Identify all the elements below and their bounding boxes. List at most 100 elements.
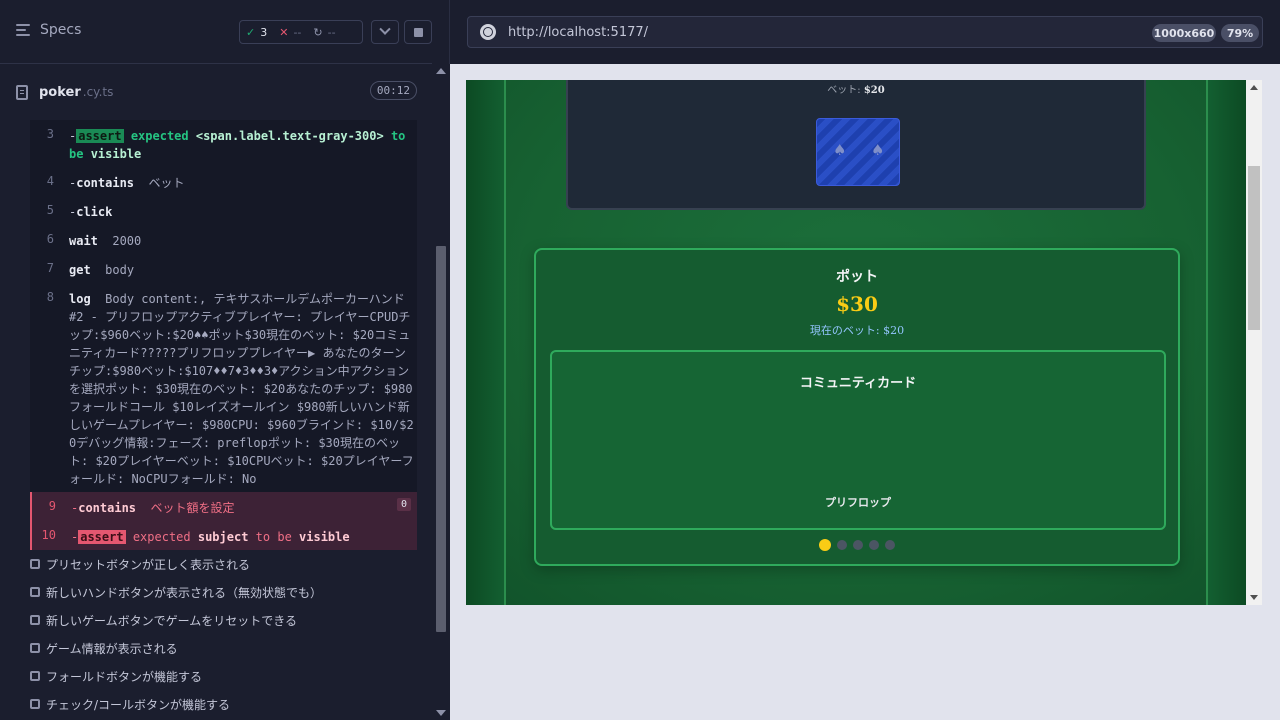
command-name: contains bbox=[76, 176, 135, 190]
app-frame: ベット: $20 ♠ ♠ ポット $30 現在のベット: $20 コミュニティカ… bbox=[466, 80, 1262, 605]
spec-file-row[interactable]: poker .cy.ts 00:12 bbox=[16, 78, 417, 106]
test-title: フォールドボタンが機能する bbox=[46, 669, 203, 684]
run-stats: ✓ 3 ✕ -- ↻ -- bbox=[239, 20, 363, 44]
scroll-down-icon[interactable] bbox=[436, 710, 446, 716]
assert-subject: <span.label.text-gray-300> bbox=[195, 129, 384, 143]
test-title: 新しいゲームボタンでゲームをリセットできる bbox=[46, 613, 298, 628]
pending-test-icon bbox=[30, 559, 40, 569]
test-list: プリセットボタンが正しく表示される 新しいハンドボタンが表示される（無効状態でも… bbox=[30, 550, 430, 718]
assert-text: to be bbox=[255, 530, 292, 544]
specs-toggle[interactable]: Specs bbox=[16, 22, 81, 38]
document-icon bbox=[16, 84, 28, 100]
command-row[interactable]: 4 -contains ベット bbox=[30, 167, 417, 196]
spec-file-ext: .cy.ts bbox=[82, 85, 114, 99]
command-arg: 2000 bbox=[112, 234, 142, 248]
command-arg: body bbox=[105, 263, 135, 277]
current-bet: 現在のベット: $20 bbox=[809, 324, 905, 337]
phase-label: プリフロップ bbox=[825, 496, 891, 509]
assert-text: expected bbox=[130, 129, 189, 143]
url-text: http://localhost:5177/ bbox=[508, 24, 649, 40]
test-title: ゲーム情報が表示される bbox=[46, 641, 178, 656]
test-item[interactable]: ゲーム情報が表示される bbox=[30, 634, 430, 662]
test-item[interactable]: プリセットボタンが正しく表示される bbox=[30, 550, 430, 578]
assert-value: visible bbox=[299, 530, 350, 544]
assert-subject: subject bbox=[197, 530, 249, 544]
app-scrollbar[interactable] bbox=[1246, 80, 1262, 605]
phase-dot bbox=[869, 540, 879, 550]
phase-indicator bbox=[536, 539, 1178, 551]
command-row[interactable]: 6 wait 2000 bbox=[30, 225, 417, 254]
stop-button[interactable] bbox=[404, 20, 432, 44]
viewport-size-badge[interactable]: 1000x660 bbox=[1152, 24, 1216, 42]
globe-icon bbox=[480, 24, 496, 40]
test-item[interactable]: 新しいハンドボタンが表示される（無効状態でも） bbox=[30, 578, 430, 606]
command-name: click bbox=[76, 205, 113, 219]
command-row-failed[interactable]: 10 - assert expected subject to be visibl… bbox=[30, 521, 417, 550]
command-row[interactable]: 3 - assert expected <span.label.text-gray… bbox=[30, 120, 417, 167]
command-row[interactable]: 5 -click bbox=[30, 196, 417, 225]
stop-icon bbox=[413, 27, 423, 37]
test-title: チェック/コールボタンが機能する bbox=[46, 697, 231, 712]
community-cards-title: コミュニティカード bbox=[799, 376, 917, 391]
pending-test-icon bbox=[30, 615, 40, 625]
command-name: wait bbox=[69, 234, 98, 248]
scroll-down-icon[interactable] bbox=[1250, 595, 1258, 600]
pending-test-icon bbox=[30, 587, 40, 597]
command-number: 6 bbox=[46, 232, 54, 246]
opponent-bet: ベット: $20 bbox=[568, 81, 1144, 96]
command-arg: ベット額を設定 bbox=[150, 501, 235, 515]
opponent-panel: ベット: $20 ♠ ♠ bbox=[566, 80, 1146, 210]
command-name: contains bbox=[78, 501, 137, 515]
pending-test-icon bbox=[30, 643, 40, 653]
run-duration: 00:12 bbox=[369, 81, 417, 100]
reporter-panel: Specs ✓ 3 ✕ -- ↻ -- poker .cy.ts 00:12 3… bbox=[0, 0, 450, 720]
scroll-thumb[interactable] bbox=[436, 246, 446, 632]
test-item[interactable]: フォールドボタンが機能する bbox=[30, 662, 430, 690]
pending-count: -- bbox=[327, 25, 336, 39]
check-icon: ✓ bbox=[246, 25, 256, 39]
assert-tag: assert bbox=[78, 530, 126, 544]
reporter-scrollbar[interactable] bbox=[432, 64, 450, 720]
phase-dot bbox=[885, 540, 895, 550]
failed-count: -- bbox=[293, 25, 302, 39]
expand-button[interactable] bbox=[371, 20, 399, 44]
assert-text: to bbox=[390, 129, 406, 143]
command-number: 4 bbox=[46, 174, 54, 188]
assert-tag: assert bbox=[76, 129, 124, 143]
menu-icon bbox=[16, 23, 32, 37]
cross-icon: ✕ bbox=[279, 25, 289, 39]
zoom-badge[interactable]: 79% bbox=[1221, 24, 1259, 42]
specs-label: Specs bbox=[40, 22, 82, 38]
command-row[interactable]: 8 log Body content:, テキサスホールデムポーカーハンド #2… bbox=[30, 283, 417, 492]
url-bar[interactable]: http://localhost:5177/ 1000x660 79% bbox=[467, 16, 1263, 48]
command-row[interactable]: 7 get body bbox=[30, 254, 417, 283]
table-rail-right bbox=[1206, 80, 1246, 605]
community-cards-panel: コミュニティカード プリフロップ bbox=[550, 350, 1166, 530]
scroll-up-icon[interactable] bbox=[1250, 85, 1258, 90]
scroll-up-icon[interactable] bbox=[436, 68, 446, 74]
pending-stat: ↻ -- bbox=[307, 26, 341, 39]
scroll-thumb[interactable] bbox=[1248, 166, 1260, 330]
command-row-failed[interactable]: 9 -contains ベット額を設定 0 bbox=[30, 492, 417, 521]
assert-text: expected bbox=[132, 530, 191, 544]
test-item[interactable]: 新しいゲームボタンでゲームをリセットできる bbox=[30, 606, 430, 634]
assert-value: visible bbox=[90, 147, 142, 161]
card-back: ♠ ♠ bbox=[816, 118, 900, 186]
command-number: 7 bbox=[46, 261, 54, 275]
test-title: 新しいハンドボタンが表示される（無効状態でも） bbox=[46, 585, 323, 600]
specs-header: Specs ✓ 3 ✕ -- ↻ -- bbox=[0, 0, 432, 64]
phase-dot bbox=[819, 539, 831, 551]
command-log: 3 - assert expected <span.label.text-gray… bbox=[30, 120, 417, 550]
command-name: log bbox=[69, 292, 91, 306]
test-item[interactable]: チェック/コールボタンが機能する bbox=[30, 690, 430, 718]
failed-stat: ✕ -- bbox=[273, 26, 307, 39]
spade-icon: ♠ bbox=[871, 141, 885, 159]
command-arg: ベット bbox=[148, 176, 185, 190]
passed-stat: ✓ 3 bbox=[240, 26, 273, 39]
pot-title: ポット bbox=[836, 269, 878, 285]
pot-amount: $30 bbox=[836, 292, 878, 316]
phase-dot bbox=[853, 540, 863, 550]
test-title: プリセットボタンが正しく表示される bbox=[46, 557, 251, 572]
url-header: http://localhost:5177/ 1000x660 79% bbox=[450, 0, 1280, 64]
command-number: 9 bbox=[48, 499, 56, 513]
